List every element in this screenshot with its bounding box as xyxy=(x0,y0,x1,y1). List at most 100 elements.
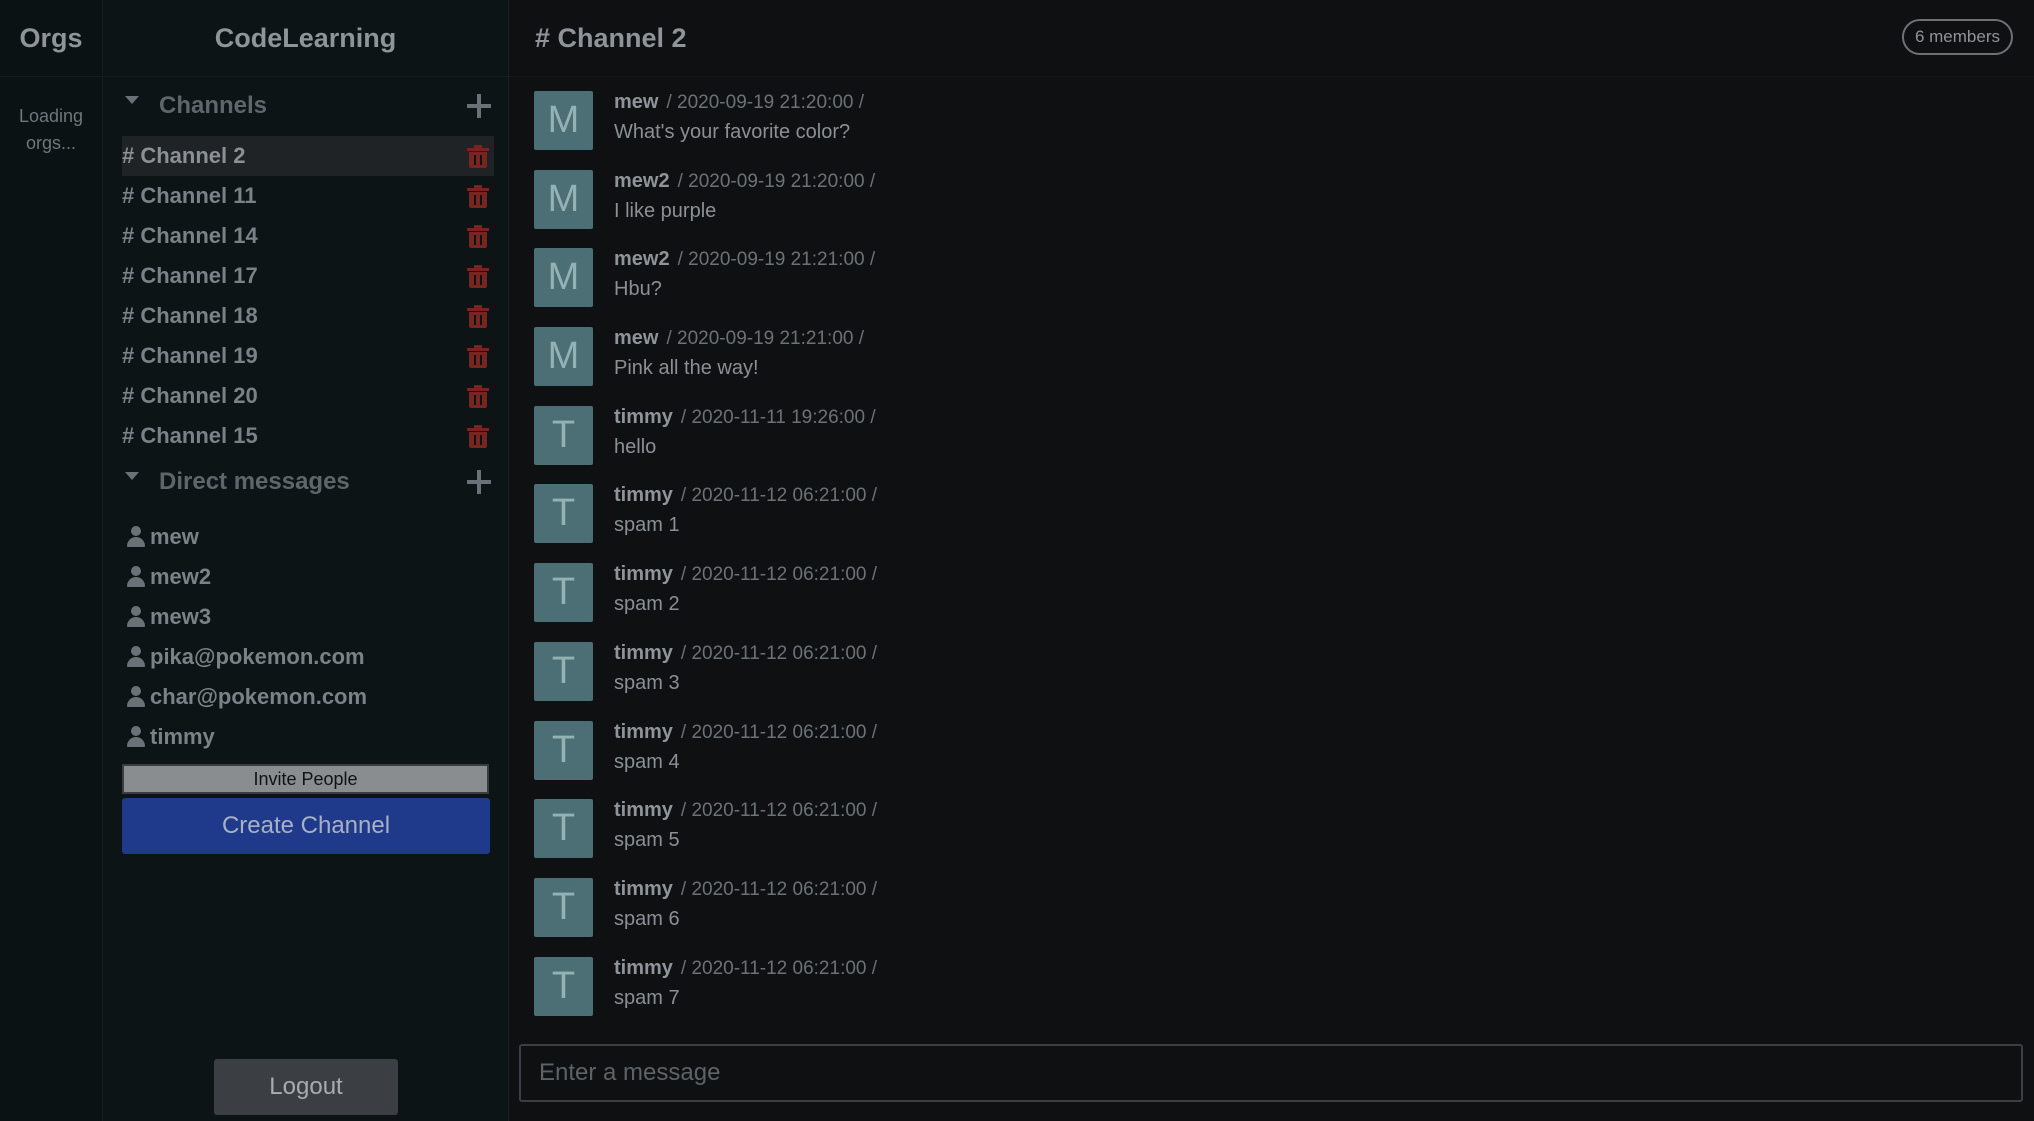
message-item: Mmew / 2020-09-19 21:21:00 / Pink all the … xyxy=(534,324,2014,403)
message-author[interactable]: timmy xyxy=(614,484,673,506)
dm-section-label: Direct messages xyxy=(159,468,350,495)
avatar[interactable]: T xyxy=(534,720,593,780)
message-item: Ttimmy / 2020-11-12 06:21:00 /spam 4 xyxy=(534,718,2014,797)
invite-people-button[interactable]: Invite People xyxy=(122,764,489,794)
trash-icon[interactable] xyxy=(467,265,489,289)
dm-item[interactable]: mew2 xyxy=(124,557,496,597)
message-author[interactable]: mew2 xyxy=(614,170,670,192)
dm-item[interactable]: mew3 xyxy=(124,597,496,637)
avatar[interactable]: T xyxy=(534,641,593,701)
dm-name: mew2 xyxy=(150,564,212,589)
message-author[interactable]: timmy xyxy=(614,563,673,585)
channel-item[interactable]: # Channel 2 xyxy=(122,136,494,176)
message-text: spam 4 xyxy=(614,750,680,773)
message-author[interactable]: timmy xyxy=(614,406,673,428)
message-author[interactable]: timmy xyxy=(614,642,673,664)
chat-header: # Channel 2 6 members xyxy=(509,0,2034,77)
avatar[interactable]: M xyxy=(534,169,593,229)
avatar[interactable]: T xyxy=(534,956,593,1016)
message-author[interactable]: timmy xyxy=(614,799,673,821)
dm-item[interactable]: mew xyxy=(124,517,496,557)
message-item: Mmew2 / 2020-09-19 21:20:00 / I like purpl… xyxy=(534,167,2014,246)
channel-item[interactable]: # Channel 19 xyxy=(122,336,494,376)
trash-icon[interactable] xyxy=(467,185,489,209)
logout-button[interactable]: Logout xyxy=(214,1059,398,1115)
orgs-panel: Orgs Loading orgs... xyxy=(0,0,103,1121)
message-author[interactable]: timmy xyxy=(614,721,673,743)
caret-down-icon[interactable] xyxy=(125,96,139,104)
dm-item[interactable]: timmy xyxy=(124,717,496,757)
message-header: timmy / 2020-11-12 06:21:00 / xyxy=(614,718,877,747)
avatar[interactable]: T xyxy=(534,877,593,937)
dm-section-header[interactable]: Direct messages xyxy=(121,462,493,502)
avatar[interactable]: M xyxy=(534,327,593,387)
message-author[interactable]: mew xyxy=(614,327,658,349)
add-channel-plus-icon[interactable] xyxy=(465,92,493,120)
message-input[interactable] xyxy=(519,1044,2023,1102)
message-timestamp: / 2020-11-12 06:21:00 / xyxy=(680,721,878,743)
message-timestamp: / 2020-11-11 19:26:00 / xyxy=(680,406,876,428)
message-timestamp: / 2020-09-19 21:20:00 / xyxy=(666,92,865,113)
trash-icon[interactable] xyxy=(467,305,489,329)
message-header: timmy / 2020-11-12 06:21:00 / xyxy=(614,481,877,510)
message-timestamp: / 2020-11-12 06:21:00 / xyxy=(680,800,878,822)
avatar[interactable]: T xyxy=(534,799,593,859)
message-author[interactable]: timmy xyxy=(614,957,673,979)
trash-icon-bin xyxy=(469,432,487,448)
trash-icon-lid xyxy=(467,228,489,231)
person-icon xyxy=(126,646,146,668)
caret-down-icon[interactable] xyxy=(125,472,139,480)
dm-name: mew3 xyxy=(150,604,212,629)
trash-icon[interactable] xyxy=(467,385,489,409)
channel-item[interactable]: # Channel 20 xyxy=(122,376,494,416)
message-timestamp: / 2020-09-19 21:21:00 / xyxy=(666,328,865,350)
trash-icon[interactable] xyxy=(467,425,489,449)
message-text: spam 5 xyxy=(614,829,680,852)
avatar[interactable]: T xyxy=(534,563,593,623)
channels-section-label: Channels xyxy=(159,92,268,119)
channel-name: # Channel 19 xyxy=(122,343,258,368)
dm-name: mew xyxy=(150,524,199,549)
avatar[interactable]: T xyxy=(534,405,593,465)
trash-icon-lid xyxy=(467,348,489,351)
add-dm-plus-icon[interactable] xyxy=(465,468,493,496)
message-text: spam 3 xyxy=(614,671,680,694)
channel-item[interactable]: # Channel 11 xyxy=(122,176,494,216)
message-item: Ttimmy / 2020-11-12 06:21:00 /spam 7 xyxy=(534,954,2014,1033)
message-header: timmy / 2020-11-12 06:21:00 / xyxy=(614,560,877,589)
dm-item[interactable]: pika@pokemon.com xyxy=(124,637,496,677)
message-timestamp: / 2020-11-12 06:21:00 / xyxy=(680,485,878,507)
trash-icon[interactable] xyxy=(467,345,489,369)
message-author[interactable]: mew2 xyxy=(614,248,670,270)
channel-item[interactable]: # Channel 17 xyxy=(122,256,494,296)
channel-name: # Channel 18 xyxy=(122,303,258,328)
channel-item[interactable]: # Channel 18 xyxy=(122,296,494,336)
person-icon-head xyxy=(131,646,141,656)
message-timestamp: / 2020-11-12 06:21:00 / xyxy=(680,957,878,979)
dm-name: timmy xyxy=(150,724,215,749)
avatar[interactable]: T xyxy=(534,484,593,544)
trash-icon[interactable] xyxy=(467,145,489,169)
channel-item[interactable]: # Channel 14 xyxy=(122,216,494,256)
channel-item[interactable]: # Channel 15 xyxy=(122,416,494,456)
channels-section-header[interactable]: Channels xyxy=(121,86,493,126)
avatar[interactable]: M xyxy=(534,91,593,150)
trash-icon-bin xyxy=(469,392,487,408)
message-text: I like purple xyxy=(614,199,717,222)
members-badge[interactable]: 6 members xyxy=(1901,19,2013,55)
message-timestamp: / 2020-09-19 21:21:00 / xyxy=(677,249,876,271)
person-icon xyxy=(126,606,146,628)
trash-icon-lid xyxy=(467,148,489,151)
chat-main: # Channel 2 6 members Mmew / 2020-09-19 2… xyxy=(509,0,2034,1121)
trash-icon[interactable] xyxy=(467,225,489,249)
message-text: Hbu? xyxy=(614,278,662,301)
channel-name: # Channel 20 xyxy=(122,383,258,408)
create-channel-button[interactable]: Create Channel xyxy=(122,798,490,854)
avatar[interactable]: M xyxy=(534,248,593,308)
trash-icon-lid xyxy=(467,268,489,271)
message-author[interactable]: timmy xyxy=(614,878,673,900)
person-icon xyxy=(126,686,146,708)
message-author[interactable]: mew xyxy=(614,91,658,113)
channel-name: # Channel 14 xyxy=(122,223,258,248)
dm-item[interactable]: char@pokemon.com xyxy=(124,677,496,717)
